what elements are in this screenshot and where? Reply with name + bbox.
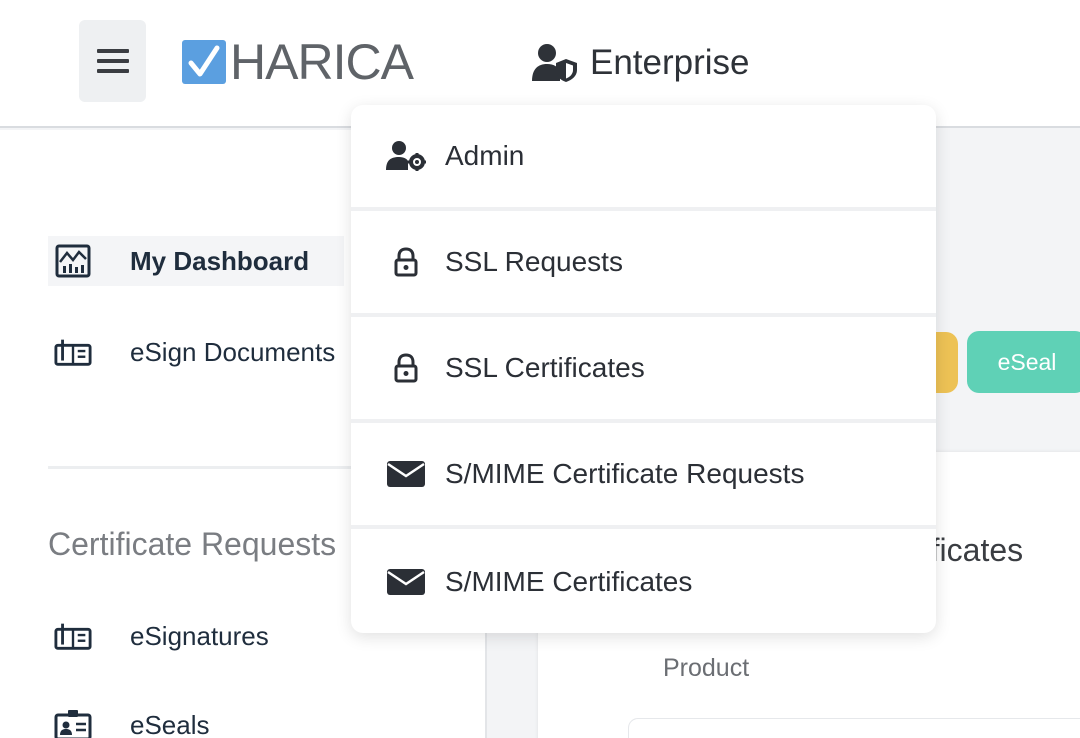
dashboard-chart-icon (54, 242, 92, 280)
menu-item-label: S/MIME Certificates (445, 566, 693, 597)
sidebar-item-label: eSeals (130, 709, 210, 738)
menu-item-label: SSL Requests (445, 246, 623, 277)
sidebar-item-label: eSignatures (130, 620, 269, 651)
harica-logo[interactable]: HARICA (182, 34, 414, 90)
menu-item-label: SSL Certificates (445, 352, 645, 383)
logo-check-icon (182, 40, 226, 84)
menu-item-smime-certificates[interactable]: S/MIME Certificates (351, 531, 936, 633)
user-gear-icon (385, 136, 427, 176)
lock-icon (385, 348, 427, 388)
menu-item-ssl-certificates[interactable]: SSL Certificates (351, 317, 936, 419)
sidebar-item-eseals[interactable]: eSeals (48, 700, 344, 738)
eseal-filter-button[interactable]: eSeal (967, 331, 1080, 393)
esignature-icon (54, 617, 92, 655)
lock-icon (385, 242, 427, 282)
menu-divider (351, 525, 936, 529)
menu-item-label: S/MIME Certificate Requests (445, 458, 805, 489)
enterprise-label: Enterprise (590, 43, 750, 82)
sidebar-item-esign-documents[interactable]: eSign Documents (48, 327, 344, 377)
product-column-label: Product (663, 654, 750, 682)
envelope-icon (385, 562, 427, 602)
enterprise-dropdown-menu: Admin SSL Requests SSL Certificates S/MI… (351, 105, 936, 633)
envelope-icon (385, 454, 427, 494)
menu-item-ssl-requests[interactable]: SSL Requests (351, 211, 936, 313)
inner-card (628, 718, 1080, 738)
sidebar-item-my-dashboard[interactable]: My Dashboard (48, 236, 344, 286)
sidebar-item-label: eSign Documents (130, 336, 336, 367)
logo-text: HARICA (230, 34, 414, 90)
section-title-certificate-requests: Certificate Requests (48, 526, 337, 562)
sidebar-item-label: My Dashboard (130, 245, 310, 276)
menu-item-smime-certificate-requests[interactable]: S/MIME Certificate Requests (351, 423, 936, 525)
esign-document-icon (54, 333, 92, 371)
sidebar-item-esignatures[interactable]: eSignatures (48, 611, 344, 661)
menu-toggle-button[interactable] (79, 20, 146, 102)
eseal-id-card-icon (54, 706, 92, 738)
hamburger-icon (96, 49, 129, 73)
menu-item-label: Admin (445, 140, 525, 171)
user-shield-icon (532, 44, 577, 82)
menu-item-admin[interactable]: Admin (351, 105, 936, 207)
enterprise-menu-button[interactable]: Enterprise (532, 38, 750, 88)
